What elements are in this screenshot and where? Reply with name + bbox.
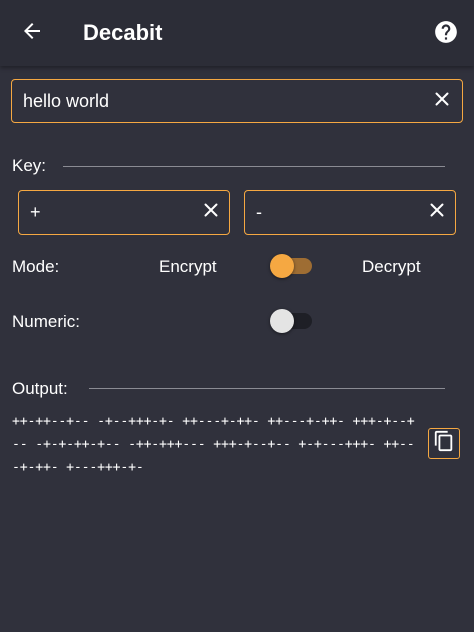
numeric-label: Numeric: bbox=[12, 312, 81, 331]
back-button[interactable] bbox=[14, 15, 50, 51]
close-icon bbox=[434, 91, 450, 112]
output-divider bbox=[89, 388, 445, 389]
mode-switch-thumb bbox=[270, 254, 294, 278]
key-plus-field bbox=[18, 190, 230, 235]
output-text: ++-++--+-- -+--+++-+- ++---+-++- ++---+-… bbox=[12, 414, 415, 475]
key-label: Key: bbox=[12, 156, 47, 175]
close-icon bbox=[203, 202, 219, 223]
close-icon bbox=[429, 202, 445, 223]
numeric-switch-thumb bbox=[270, 309, 294, 333]
encrypt-label: Encrypt bbox=[159, 257, 217, 276]
app-title: Decabit bbox=[83, 20, 163, 45]
mode-switch[interactable] bbox=[270, 253, 314, 279]
key-divider bbox=[63, 166, 445, 167]
decabit-screen: Decabit Key: bbox=[0, 0, 474, 632]
help-button[interactable] bbox=[428, 16, 464, 52]
message-input[interactable] bbox=[12, 80, 462, 122]
help-icon bbox=[433, 19, 459, 50]
clear-message-button[interactable] bbox=[430, 89, 454, 113]
copy-button[interactable] bbox=[428, 428, 460, 459]
clear-key-minus-button[interactable] bbox=[425, 201, 449, 225]
mode-label: Mode: bbox=[12, 257, 60, 276]
app-bar: Decabit bbox=[0, 0, 474, 66]
decrypt-label: Decrypt bbox=[362, 257, 421, 276]
message-field bbox=[11, 79, 463, 123]
output-label: Output: bbox=[12, 379, 68, 398]
key-plus-input[interactable] bbox=[19, 191, 229, 234]
arrow-left-icon bbox=[20, 19, 44, 48]
copy-icon bbox=[433, 430, 455, 457]
key-minus-input[interactable] bbox=[245, 191, 455, 234]
clear-key-plus-button[interactable] bbox=[199, 201, 223, 225]
key-minus-field bbox=[244, 190, 456, 235]
numeric-switch[interactable] bbox=[270, 308, 314, 334]
